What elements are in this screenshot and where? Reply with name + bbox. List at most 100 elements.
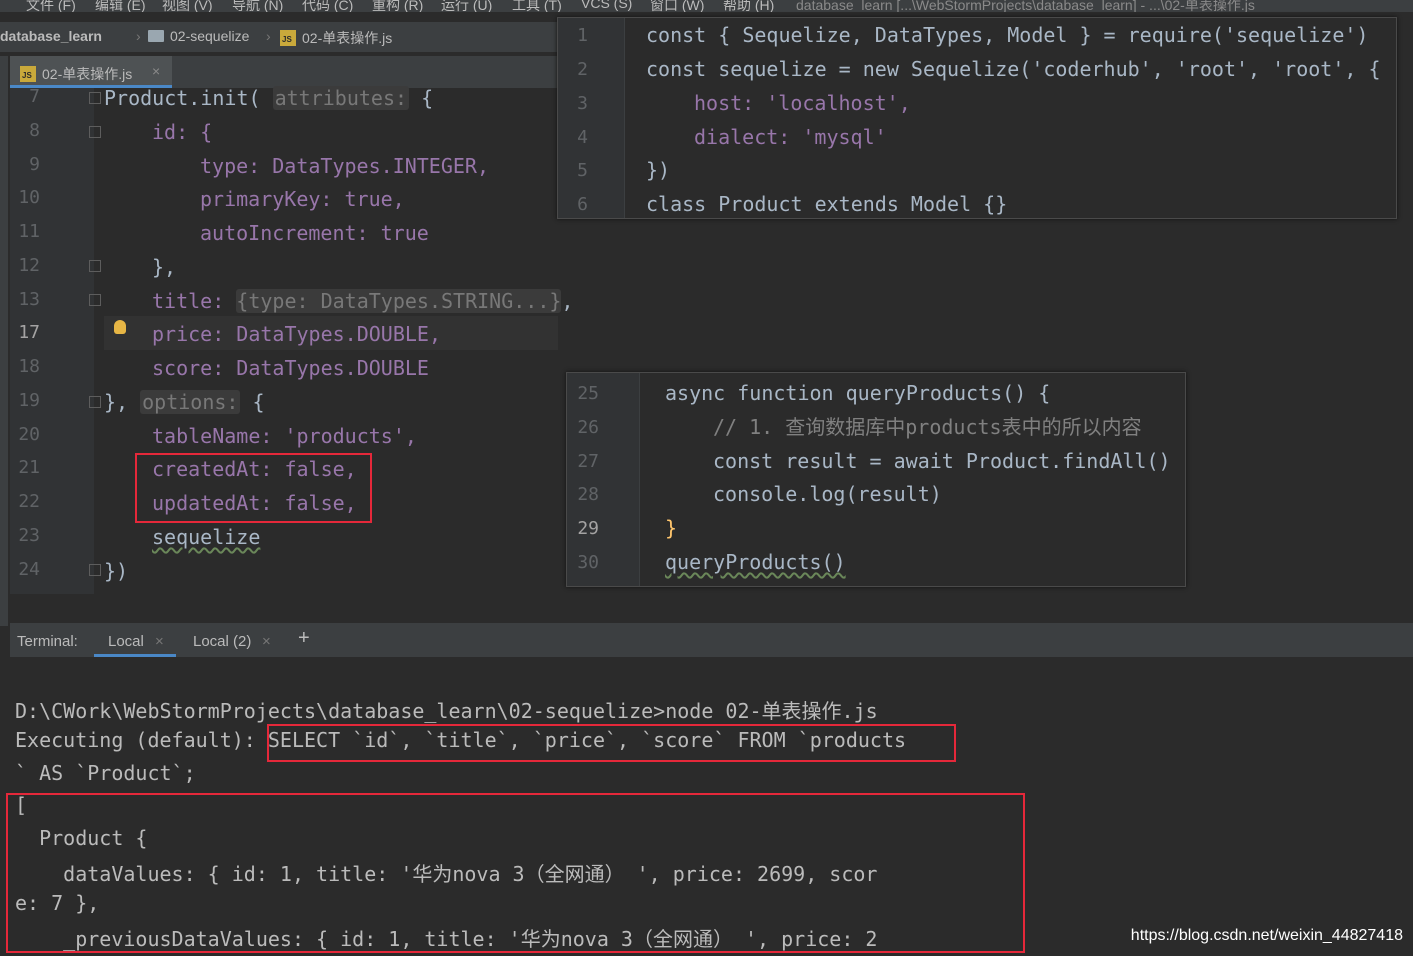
- breadcrumb-folder-label: 02-sequelize: [170, 28, 250, 44]
- breadcrumb-file[interactable]: 02-单表操作.js: [280, 28, 392, 48]
- breadcrumb: database_learn › 02-sequelize › 02-单表操作.…: [0, 22, 560, 52]
- terminal-label: Terminal:: [17, 633, 78, 650]
- code-line: class Product extends Model {}: [646, 192, 1008, 216]
- line-number: 23: [18, 525, 40, 546]
- lightbulb-icon[interactable]: [114, 320, 126, 334]
- code-line: primaryKey: true,: [200, 187, 405, 211]
- gutter-divider: [639, 373, 640, 586]
- code-snippet-top: 1 2 3 4 5 6 const { Sequelize, DataTypes…: [557, 17, 1397, 219]
- side-tool-strip[interactable]: [0, 56, 8, 626]
- code-text: title:: [152, 289, 225, 313]
- line-number: 28: [577, 484, 599, 505]
- close-icon[interactable]: ×: [152, 63, 160, 79]
- line-number: 6: [577, 194, 588, 215]
- code-line: async function queryProducts() {: [665, 381, 1051, 405]
- line-number: 18: [18, 356, 40, 377]
- window-title: database_learn [...\WebStormProjects\dat…: [796, 0, 1255, 12]
- code-line: sequelize: [152, 525, 261, 549]
- chevron-right-icon: ›: [136, 28, 141, 44]
- line-number: 13: [18, 289, 40, 310]
- code-text: Product.init(: [104, 86, 261, 110]
- code-line: title: {type: DataTypes.STRING...},: [152, 289, 574, 313]
- fold-marker-icon[interactable]: [89, 564, 101, 576]
- menu-code[interactable]: 代码 (C): [302, 0, 353, 12]
- line-number-gutter: [558, 18, 624, 218]
- breadcrumb-project[interactable]: database_learn: [0, 28, 102, 44]
- highlight-box: [6, 793, 1025, 953]
- code-line: dialect: 'mysql': [694, 125, 887, 149]
- line-number: 24: [18, 559, 40, 580]
- close-icon[interactable]: ×: [262, 633, 271, 650]
- code-line: },: [152, 255, 177, 279]
- line-number: 8: [29, 120, 40, 141]
- menu-edit[interactable]: 编辑 (E): [95, 0, 146, 12]
- param-hint: attributes:: [272, 86, 410, 110]
- line-number: 9: [29, 154, 40, 175]
- line-number: 2: [577, 59, 588, 80]
- line-number: 20: [18, 424, 40, 445]
- folded-code[interactable]: {type: DataTypes.STRING...}: [236, 289, 562, 313]
- line-number: 26: [577, 417, 599, 438]
- highlight-box: [267, 724, 956, 762]
- line-number-current: 29: [577, 518, 599, 539]
- code-line: host: 'localhost',: [694, 91, 911, 115]
- line-number-gutter: 7 8 9 10 11 12 13 17 18 19 20 21 22 23 2…: [10, 86, 101, 594]
- fold-marker-icon[interactable]: [89, 260, 101, 272]
- js-file-icon: [20, 66, 36, 82]
- line-number: 30: [577, 552, 599, 573]
- code-line: }, options: {: [104, 390, 265, 414]
- fold-marker-icon[interactable]: [89, 92, 101, 104]
- line-number: 25: [577, 383, 599, 404]
- folder-icon: [148, 30, 164, 42]
- menu-file[interactable]: 文件 (F): [26, 0, 76, 12]
- tab-02-file[interactable]: 02-单表操作.js ×: [10, 56, 172, 88]
- line-number: 27: [577, 451, 599, 472]
- line-number: 3: [577, 93, 588, 114]
- code-line: console.log(result): [713, 482, 942, 506]
- breadcrumb-folder[interactable]: 02-sequelize: [148, 28, 249, 44]
- fold-marker-icon[interactable]: [89, 126, 101, 138]
- menu-window[interactable]: 窗口 (W): [650, 0, 704, 12]
- code-line: const { Sequelize, DataTypes, Model } = …: [646, 23, 1369, 47]
- chevron-right-icon: ›: [266, 28, 271, 44]
- line-number: 10: [18, 187, 40, 208]
- editor-tab-bar: 02-单表操作.js ×: [10, 56, 560, 88]
- code-line: }: [665, 516, 678, 540]
- menu-help[interactable]: 帮助 (H): [723, 0, 774, 12]
- expand-fold-icon[interactable]: [89, 294, 101, 306]
- code-line: const result = await Product.findAll(): [713, 449, 1171, 473]
- add-icon[interactable]: +: [298, 627, 310, 650]
- menu-navigate[interactable]: 导航 (N): [232, 0, 283, 12]
- menu-bar: 文件 (F) 编辑 (E) 视图 (V) 导航 (N) 代码 (C) 重构 (R…: [0, 0, 1413, 12]
- code-line: tableName: 'products',: [152, 424, 417, 448]
- menu-view[interactable]: 视图 (V): [162, 0, 213, 12]
- menu-run[interactable]: 运行 (U): [441, 0, 492, 12]
- line-number: 22: [18, 491, 40, 512]
- code-line: queryProducts(): [665, 550, 846, 574]
- terminal-header: Terminal: Local × Local (2) × +: [10, 623, 1413, 657]
- line-number: 12: [18, 255, 40, 276]
- gutter-divider: [624, 18, 625, 218]
- param-hint: options:: [140, 390, 241, 414]
- breadcrumb-file-label: 02-单表操作.js: [302, 30, 393, 46]
- fold-marker-icon[interactable]: [89, 396, 101, 408]
- watermark: https://blog.csdn.net/weixin_44827418: [1130, 927, 1403, 944]
- line-number: 11: [18, 221, 40, 242]
- line-number: 21: [18, 457, 40, 478]
- breadcrumb-project-label: database_learn: [0, 28, 102, 44]
- code-line: score: DataTypes.DOUBLE: [152, 356, 429, 380]
- menu-vcs[interactable]: VCS (S): [581, 0, 632, 11]
- line-number: 19: [18, 390, 40, 411]
- menu-refactor[interactable]: 重构 (R): [372, 0, 423, 12]
- code-line: type: DataTypes.INTEGER,: [200, 154, 489, 178]
- code-line: autoIncrement: true: [200, 221, 429, 245]
- tab-label: 02-单表操作.js: [42, 66, 133, 82]
- menu-tools[interactable]: 工具 (T): [512, 0, 562, 12]
- highlight-box: [135, 453, 372, 523]
- terminal-line: D:\CWork\WebStormProjects\database_learn…: [15, 699, 878, 723]
- line-number: 5: [577, 160, 588, 181]
- close-icon[interactable]: ×: [155, 633, 164, 650]
- tab-terminal-local[interactable]: Local: [108, 633, 144, 650]
- tab-terminal-local-2[interactable]: Local (2): [193, 633, 251, 650]
- line-number: 7: [29, 86, 40, 107]
